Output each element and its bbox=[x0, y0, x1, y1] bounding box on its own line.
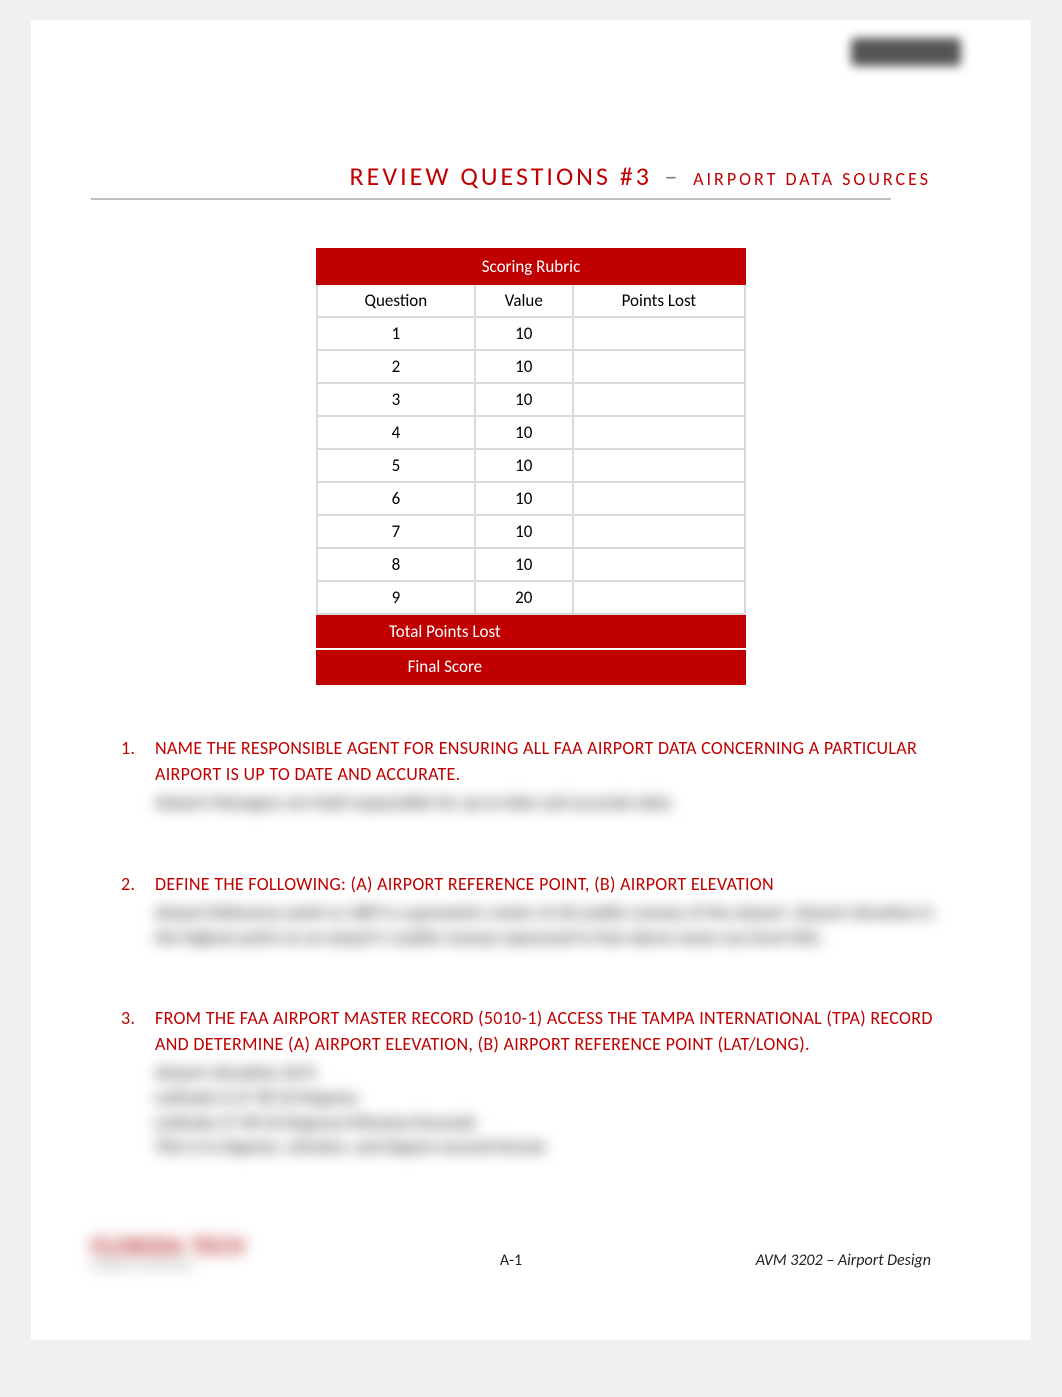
answer-text: Airport Reference point or ARP is a geom… bbox=[155, 901, 951, 950]
question-3: 3. FROM THE FAA AIRPORT MASTER RECORD (5… bbox=[121, 1005, 951, 1160]
questions-list: 1. NAME THE RESPONSIBLE AGENT FOR ENSURI… bbox=[91, 735, 971, 1160]
scoring-rubric-table: Scoring Rubric Question Value Points Los… bbox=[316, 248, 746, 685]
table-row: 610 bbox=[317, 482, 745, 515]
page-footer: FLORIDA TECH College of Aeronautics A-1 … bbox=[91, 1235, 931, 1270]
rubric-final-label: Final Score bbox=[317, 649, 573, 684]
question-text: NAME THE RESPONSIBLE AGENT FOR ENSURING … bbox=[155, 735, 951, 787]
answer-text: Airport Managers are held responsible fo… bbox=[155, 791, 951, 816]
question-heading: 2. DEFINE THE FOLLOWING: (A) AIRPORT REF… bbox=[121, 871, 951, 897]
question-text: DEFINE THE FOLLOWING: (A) AIRPORT REFERE… bbox=[155, 871, 951, 897]
answer-text: Airport elevation 26 ft Latitude N 27 58… bbox=[155, 1061, 951, 1160]
title-subtitle: AIRPORT DATA SOURCES bbox=[693, 168, 931, 190]
rubric-final-row: Final Score bbox=[317, 649, 745, 684]
table-row: 410 bbox=[317, 416, 745, 449]
question-heading: 1. NAME THE RESPONSIBLE AGENT FOR ENSURI… bbox=[121, 735, 951, 787]
question-number: 3. bbox=[121, 1005, 155, 1031]
table-row: 110 bbox=[317, 317, 745, 350]
table-row: 210 bbox=[317, 350, 745, 383]
footer-page-number: A-1 bbox=[500, 1251, 522, 1270]
rubric-total-label: Total Points Lost bbox=[317, 614, 573, 649]
title-divider bbox=[91, 198, 891, 200]
rubric-container: Scoring Rubric Question Value Points Los… bbox=[91, 248, 971, 685]
footer-logo-sub: College of Aeronautics bbox=[91, 1259, 245, 1270]
table-row: 510 bbox=[317, 449, 745, 482]
table-row: 920 bbox=[317, 581, 745, 614]
page-title: REVIEW QUESTIONS #3 – AIRPORT DATA SOURC… bbox=[91, 160, 931, 192]
page-title-block: REVIEW QUESTIONS #3 – AIRPORT DATA SOURC… bbox=[91, 20, 971, 200]
question-1: 1. NAME THE RESPONSIBLE AGENT FOR ENSURI… bbox=[121, 735, 951, 816]
rubric-col-value: Value bbox=[475, 284, 573, 317]
header-badge bbox=[851, 38, 961, 66]
rubric-col-question: Question bbox=[317, 284, 475, 317]
table-row: 310 bbox=[317, 383, 745, 416]
rubric-header: Scoring Rubric bbox=[317, 249, 745, 284]
question-heading: 3. FROM THE FAA AIRPORT MASTER RECORD (5… bbox=[121, 1005, 951, 1057]
table-row: 810 bbox=[317, 548, 745, 581]
footer-logo: FLORIDA TECH College of Aeronautics bbox=[91, 1235, 245, 1270]
question-2: 2. DEFINE THE FOLLOWING: (A) AIRPORT REF… bbox=[121, 871, 951, 950]
rubric-col-points-lost: Points Lost bbox=[573, 284, 745, 317]
table-row: 710 bbox=[317, 515, 745, 548]
rubric-total-row: Total Points Lost bbox=[317, 614, 745, 649]
footer-course: AVM 3202 – Airport Design bbox=[756, 1251, 931, 1270]
question-number: 1. bbox=[121, 735, 155, 761]
question-number: 2. bbox=[121, 871, 155, 897]
title-main: REVIEW QUESTIONS #3 bbox=[350, 160, 652, 192]
title-separator: – bbox=[665, 160, 681, 192]
question-text: FROM THE FAA AIRPORT MASTER RECORD (5010… bbox=[155, 1005, 951, 1057]
